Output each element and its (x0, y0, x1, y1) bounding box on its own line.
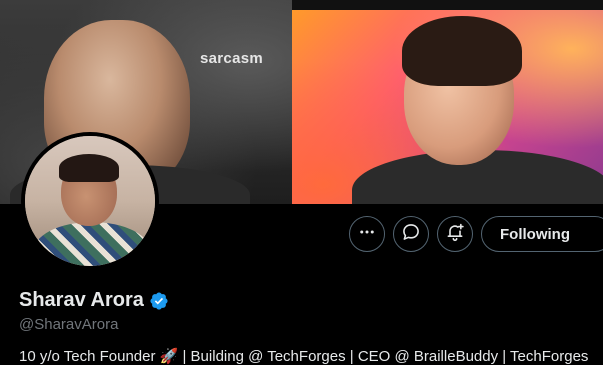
more-horizontal-icon (358, 223, 376, 246)
verified-badge-icon[interactable] (149, 291, 169, 311)
avatar-hair (59, 154, 119, 182)
profile-avatar[interactable] (21, 132, 159, 270)
display-name: Sharav Arora (19, 289, 144, 311)
banner-right-hair (402, 16, 522, 86)
following-button[interactable]: Following (481, 216, 603, 252)
following-label: Following (500, 225, 570, 243)
banner-image-right (292, 10, 603, 204)
banner-caption: sarcasm (200, 50, 263, 67)
name-row: Sharav Arora (19, 289, 169, 312)
profile-bio: 10 y/o Tech Founder 🚀 | Building @ TechF… (19, 348, 589, 365)
message-icon (401, 222, 421, 247)
message-button[interactable] (393, 216, 429, 252)
user-handle: @SharavArora (19, 316, 119, 333)
more-button[interactable] (349, 216, 385, 252)
bell-plus-icon (445, 222, 465, 247)
notifications-button[interactable] (437, 216, 473, 252)
